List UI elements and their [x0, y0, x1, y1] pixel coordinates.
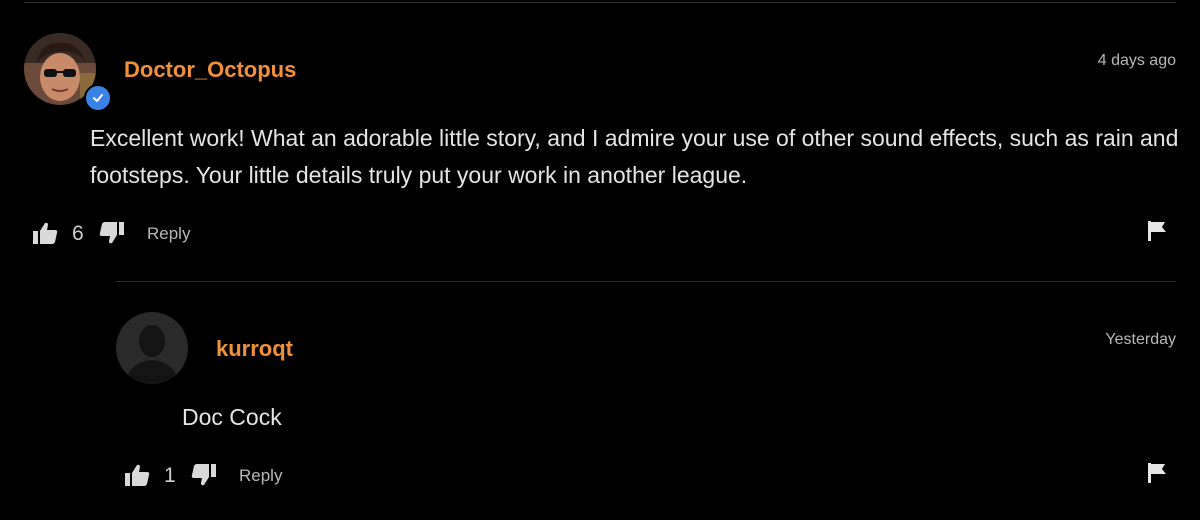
flag-icon[interactable]: [1146, 220, 1168, 242]
avatar[interactable]: [116, 312, 188, 384]
comment-username[interactable]: Doctor_Octopus: [124, 57, 296, 83]
reply-button[interactable]: Reply: [147, 224, 190, 244]
thumbs-up-icon[interactable]: [32, 221, 58, 245]
thumbs-down-icon[interactable]: [191, 463, 217, 487]
top-divider: [24, 2, 1176, 3]
like-count: 6: [72, 222, 84, 245]
flag-icon[interactable]: [1146, 462, 1168, 484]
reply-button[interactable]: Reply: [239, 466, 282, 486]
default-user-icon: [116, 312, 188, 384]
comment-username[interactable]: kurroqt: [216, 336, 293, 362]
comment-body: Doc Cock: [182, 404, 282, 430]
thumbs-up-icon[interactable]: [124, 463, 150, 487]
comment-timestamp: Yesterday: [1105, 331, 1176, 348]
verified-badge: [84, 84, 112, 112]
reply-divider: [116, 281, 1176, 282]
check-badge-icon: [93, 94, 103, 102]
comment-body: Excellent work! What an adorable little …: [90, 125, 1179, 188]
comment-timestamp: 4 days ago: [1097, 52, 1176, 69]
like-count: 1: [164, 464, 176, 487]
thumbs-down-icon[interactable]: [99, 221, 125, 245]
